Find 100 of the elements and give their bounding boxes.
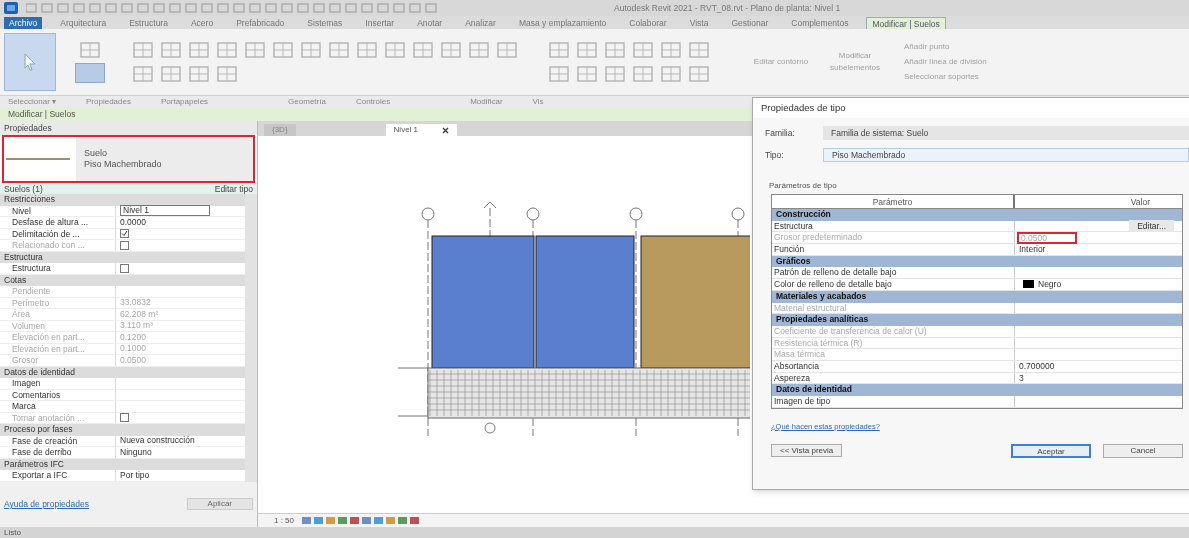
view-control-icons[interactable] xyxy=(302,516,422,525)
property-value: 0.0000 xyxy=(120,215,146,229)
dialog-button[interactable]: Aceptar xyxy=(1011,443,1091,458)
property-label: Relacionado con ... xyxy=(0,240,116,251)
tool-icon[interactable] xyxy=(660,65,682,83)
tool-icon[interactable] xyxy=(356,41,378,59)
tool-icon[interactable] xyxy=(412,41,434,59)
tool-icon[interactable] xyxy=(440,41,462,59)
ribbon-tab[interactable]: Masa y emplazamiento xyxy=(513,16,612,29)
ribbon-tab[interactable]: Prefabricado xyxy=(231,16,290,29)
ribbon-tab[interactable]: Complementos xyxy=(786,16,854,29)
tool-icon[interactable] xyxy=(272,41,294,59)
tool-icon[interactable] xyxy=(132,65,154,83)
scrollbar[interactable] xyxy=(245,194,257,482)
tool-icon[interactable] xyxy=(188,65,210,83)
tool-icon[interactable] xyxy=(604,41,626,59)
ribbon-tab[interactable]: Anotar xyxy=(412,16,448,29)
ribbon-tab[interactable]: Acero xyxy=(185,16,219,29)
property-value: 0.1000 xyxy=(120,342,146,356)
panel-label[interactable]: Modificar xyxy=(470,96,503,108)
ribbon-tab[interactable]: Vista xyxy=(684,16,714,29)
tool-icon[interactable] xyxy=(548,41,570,59)
tool-icon[interactable] xyxy=(160,41,182,59)
ribbon-tab[interactable]: Gestionar xyxy=(726,16,774,29)
tool-icon[interactable] xyxy=(688,41,710,59)
tool-icon[interactable] xyxy=(132,41,154,59)
edit-type-button[interactable]: Editar tipo xyxy=(214,183,253,194)
property-label: Fase de derribo xyxy=(0,447,116,458)
tool-icon[interactable] xyxy=(79,41,101,59)
property-value: 62.208 m² xyxy=(120,307,159,321)
dialog-button[interactable]: Cancel xyxy=(1103,443,1183,458)
type-field[interactable]: Piso Machembrado xyxy=(823,148,1189,162)
instance-filter[interactable]: Suelos (1) xyxy=(4,183,43,194)
modify-tool-button[interactable] xyxy=(4,33,56,91)
tool-icon[interactable] xyxy=(216,41,238,59)
ribbon-tab[interactable]: Sistemas xyxy=(302,16,348,29)
tool-icon[interactable] xyxy=(160,65,182,83)
tool-icon[interactable] xyxy=(576,41,598,59)
tool-icon[interactable] xyxy=(576,65,598,83)
tool-icon[interactable] xyxy=(384,41,406,59)
property-label: Exportar a IFC xyxy=(0,470,116,481)
panel-label[interactable]: Vis xyxy=(532,96,544,108)
parameter-name: Resistencia térmica (R) xyxy=(772,337,1015,349)
ribbon-tab[interactable]: Modificar | Suelos xyxy=(866,16,946,29)
property-value: 0.0500 xyxy=(120,353,146,367)
properties-button[interactable] xyxy=(75,63,105,83)
status-text: Listo xyxy=(4,526,21,538)
category-header[interactable]: Restricciones xyxy=(0,194,245,206)
parameter-name: Imagen de tipo xyxy=(772,396,1015,407)
tool-icon[interactable] xyxy=(328,41,350,59)
floor-type-icon xyxy=(4,157,72,161)
apply-button[interactable]: Aplicar xyxy=(186,498,253,511)
ribbon-tab[interactable]: Colaborar xyxy=(624,16,672,29)
panel-label[interactable]: Propiedades xyxy=(86,96,131,108)
ribbon-tab[interactable]: Estructura xyxy=(124,16,173,29)
type-label: Tipo: xyxy=(765,148,785,162)
help-link[interactable]: Ayuda de propiedades xyxy=(4,497,89,511)
ribbon-tab[interactable]: Arquitectura xyxy=(55,16,112,29)
tool-icon[interactable] xyxy=(632,41,654,59)
app-logo-icon[interactable] xyxy=(4,2,18,14)
property-label: Pendiente xyxy=(0,286,116,297)
property-label: Perímetro xyxy=(0,297,116,308)
preview-button[interactable]: << Vista previa xyxy=(771,444,843,458)
panel-label[interactable]: Controles xyxy=(355,96,391,108)
column-header[interactable]: Valor xyxy=(1015,195,1182,208)
parameter-name: Función xyxy=(772,244,1015,255)
tool-icon[interactable] xyxy=(216,65,238,83)
panel-label[interactable]: Seleccionar ▾ xyxy=(8,96,57,108)
tool-icon[interactable] xyxy=(188,41,210,59)
close-icon[interactable] xyxy=(442,126,450,134)
panel-label[interactable]: Portapapeles xyxy=(160,96,209,108)
tool-icon[interactable] xyxy=(688,65,710,83)
tool-icon[interactable] xyxy=(468,41,490,59)
view-tab[interactable]: Nivel 1 xyxy=(385,124,458,136)
ribbon-tab[interactable]: Insertar xyxy=(360,16,400,29)
tool-icon[interactable] xyxy=(548,65,570,83)
property-label: Estructura xyxy=(0,263,116,274)
group-header[interactable]: Datos de identidad xyxy=(772,384,1182,396)
panel-label[interactable]: Geometría xyxy=(288,96,326,108)
checkbox[interactable] xyxy=(120,229,129,239)
ribbon-tab[interactable]: Archivo xyxy=(4,16,43,29)
window-title: Autodesk Revit 2021 - RVT_08.rvt - Plano de planta: Nivel 1 xyxy=(614,1,841,15)
tool-icon[interactable] xyxy=(300,41,322,59)
checkbox[interactable] xyxy=(120,263,129,273)
type-selector[interactable]: Suelo Piso Machembrado xyxy=(2,135,255,183)
dialog-title: Propiedades de tipo xyxy=(753,98,1189,118)
tool-icon[interactable] xyxy=(496,41,518,59)
level-select[interactable]: Nivel 1 xyxy=(120,205,210,217)
ribbon-tab[interactable]: Analizar xyxy=(460,16,501,29)
family-field[interactable]: Familia de sistema: Suelo xyxy=(823,126,1189,140)
tool-icon[interactable] xyxy=(604,65,626,83)
view-scale[interactable]: 1 : 50 xyxy=(274,514,294,527)
category-header[interactable]: Proceso por fases xyxy=(0,424,245,436)
property-label: Elevación en part... xyxy=(0,343,116,354)
property-label: Desfase de altura ... xyxy=(0,217,116,228)
tool-icon[interactable] xyxy=(660,41,682,59)
tool-icon[interactable] xyxy=(244,41,266,59)
group-header[interactable]: Construcción xyxy=(772,209,1182,221)
group-header[interactable]: Propiedades analíticas xyxy=(772,314,1182,326)
tool-icon[interactable] xyxy=(632,65,654,83)
